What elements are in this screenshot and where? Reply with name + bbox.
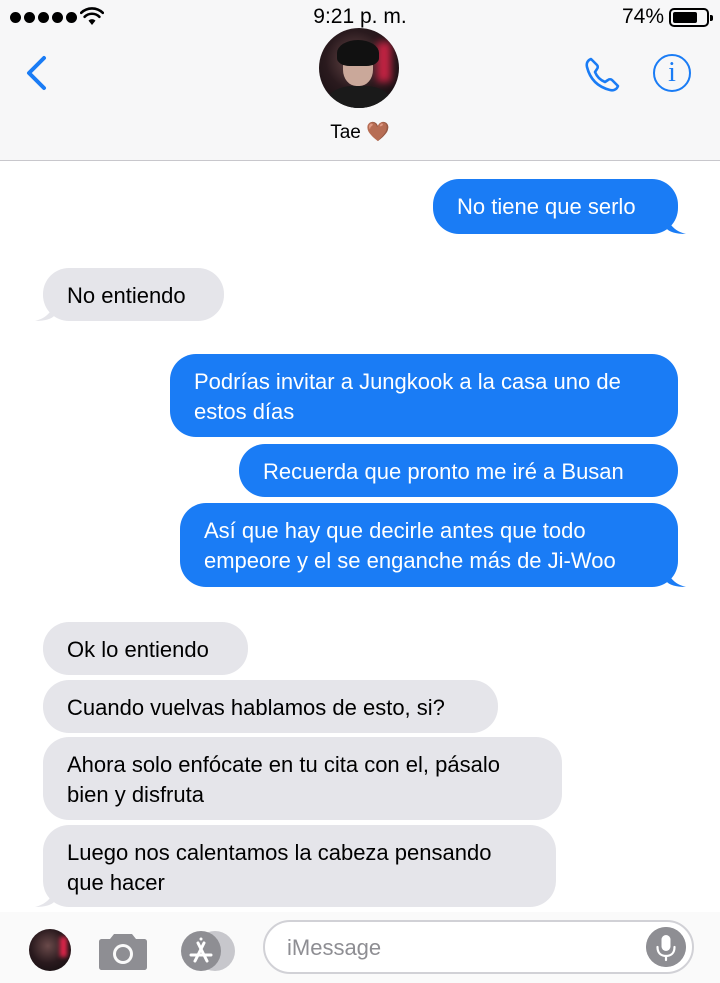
- message-text: Ahora solo enfócate en tu cita con el, p…: [67, 752, 500, 807]
- camera-icon: [99, 934, 147, 970]
- message-bubble-incoming[interactable]: Ahora solo enfócate en tu cita con el, p…: [43, 737, 562, 820]
- message-text: Ok lo entiendo: [67, 637, 209, 662]
- battery-percent: 74%: [621, 5, 664, 28]
- chevron-left-icon: [27, 56, 46, 90]
- microphone-button[interactable]: [646, 927, 686, 967]
- message-bubble-incoming[interactable]: No entiendo: [35, 268, 224, 321]
- message-bubble-outgoing[interactable]: No tiene que serlo: [433, 179, 686, 234]
- message-text: Cuando vuelvas hablamos de esto, si?: [67, 695, 445, 720]
- info-button[interactable]: i: [653, 54, 691, 92]
- message-text: No tiene que serlo: [457, 194, 636, 219]
- message-text: Luego nos calentamos la cabeza pensando …: [67, 840, 492, 895]
- message-bubble-incoming[interactable]: Cuando vuelvas hablamos de esto, si?: [43, 680, 498, 733]
- memoji-avatar-button[interactable]: [29, 929, 71, 971]
- message-bubble-outgoing[interactable]: Así que hay que decirle antes que todo e…: [180, 503, 686, 587]
- app-store-button[interactable]: [178, 930, 236, 972]
- message-text: Podrías invitar a Jungkook a la casa uno…: [194, 369, 621, 424]
- imessage-input[interactable]: [263, 920, 694, 974]
- contact-name[interactable]: Tae 🤎: [0, 120, 720, 144]
- message-bubble-incoming[interactable]: Luego nos calentamos la cabeza pensando …: [35, 825, 556, 907]
- message-bubble-outgoing[interactable]: Podrías invitar a Jungkook a la casa uno…: [170, 354, 678, 437]
- info-icon: i: [668, 57, 676, 88]
- message-text: No entiendo: [67, 283, 186, 308]
- message-text-input[interactable]: [287, 930, 637, 966]
- app-store-icon: [181, 931, 235, 971]
- message-composer: [0, 912, 720, 983]
- message-bubble-outgoing[interactable]: Recuerda que pronto me iré a Busan: [239, 444, 678, 497]
- contact-avatar[interactable]: [319, 28, 399, 108]
- back-button[interactable]: [22, 54, 52, 92]
- message-text: Recuerda que pronto me iré a Busan: [263, 459, 624, 484]
- phone-button[interactable]: [582, 55, 622, 95]
- phone-icon: [585, 57, 620, 92]
- message-bubble-incoming[interactable]: Ok lo entiendo: [43, 622, 248, 675]
- battery-level: [673, 12, 697, 23]
- status-time: 9:21 p. m.: [313, 5, 407, 28]
- camera-button[interactable]: [98, 930, 148, 970]
- battery-icon: [669, 8, 713, 27]
- message-text: Así que hay que decirle antes que todo e…: [204, 518, 616, 573]
